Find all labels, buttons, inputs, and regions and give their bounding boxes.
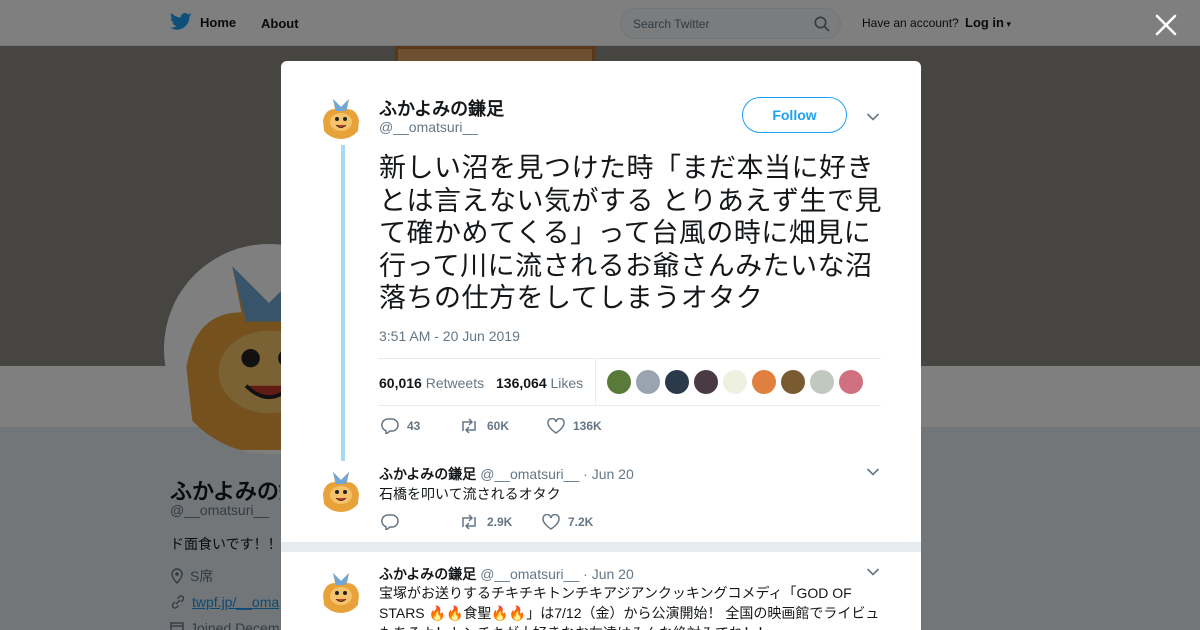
retweet-icon [462,514,476,530]
liker-avatar[interactable] [781,370,805,394]
reply-header[interactable]: ふかよみの鎌足 @__omatsuri__ · Jun 20 [379,464,634,484]
reply-text: 石橋を叩いて流されるオタク [379,486,561,502]
mascot-avatar-icon [319,95,363,139]
mascot-avatar-icon [319,468,363,512]
retweet-action[interactable]: 60K [459,418,547,434]
tweet-author-handle[interactable]: @__omatsuri__ [379,119,478,135]
reply-icon [381,418,399,434]
reply-author-handle: @__omatsuri__ [480,566,580,582]
reply-date[interactable]: Jun 20 [592,466,634,482]
reply-separator [281,542,921,552]
reply-author-name: ふかよみの鎌足 [379,566,477,582]
like-count: 136K [573,419,602,433]
like-action[interactable]: 7.2K [542,514,593,530]
like-count: 7.2K [568,515,594,529]
reply-action[interactable] [381,514,459,530]
reply-author-name: ふかよみの鎌足 [379,466,477,482]
reply-author-avatar[interactable] [319,468,363,512]
liker-avatar[interactable] [839,370,863,394]
liker-avatars [607,370,863,394]
reply-action[interactable]: 43 [381,418,459,434]
liker-avatar[interactable] [723,370,747,394]
liker-avatar[interactable] [810,370,834,394]
likes-label: Likes [550,375,584,391]
likes-count: 136,064 [496,375,547,391]
stats-divider [595,359,596,405]
tweet-text: 新しい沼を見つけた時「まだ本当に好きとは言えない気がする とりあえず生で見て確か… [379,153,883,313]
reply-text: 宝塚がお送りするチキチキトンチキアジアンクッキングコメディ「GOD OF STA… [379,585,880,630]
heart-icon [547,418,565,434]
retweets-stat[interactable]: 60,016 Retweets [379,375,484,391]
reply-header[interactable]: ふかよみの鎌足 @__omatsuri__ · Jun 20 [379,564,634,584]
follow-button[interactable]: Follow [742,97,847,133]
liker-avatar[interactable] [694,370,718,394]
reply-date[interactable]: Jun 20 [592,566,634,582]
liker-avatar[interactable] [665,370,689,394]
retweet-count: 2.9K [487,515,513,529]
retweet-icon [462,418,476,434]
tweet-author-avatar[interactable] [319,95,363,139]
chevron-down-icon[interactable] [866,112,880,122]
chevron-down-icon[interactable] [866,467,880,477]
heart-icon [542,514,560,530]
retweets-label: Retweets [425,375,485,391]
liker-avatar[interactable] [607,370,631,394]
reply-actions: 2.9K 7.2K [381,514,593,530]
tweet-timestamp[interactable]: 3:51 AM - 20 Jun 2019 [379,328,520,344]
thread-connector-line [341,145,345,461]
liker-avatar[interactable] [636,370,660,394]
reply-count: 43 [407,419,421,433]
retweets-count: 60,016 [379,375,422,391]
like-action[interactable]: 136K [547,418,602,434]
tweet-author-name[interactable]: ふかよみの鎌足 [379,95,504,121]
reply-author-avatar[interactable] [319,569,363,613]
chevron-down-icon[interactable] [866,567,880,577]
tweet-actions: 43 60K 136K [381,418,602,434]
reply-icon [381,514,399,530]
close-icon[interactable] [1153,12,1179,38]
tweet-stats: 60,016 Retweets 136,064 Likes [378,358,881,406]
likes-stat[interactable]: 136,064 Likes [496,375,583,391]
reply-author-handle: @__omatsuri__ [480,466,580,482]
retweet-count: 60K [487,419,510,433]
retweet-action[interactable]: 2.9K [459,514,542,530]
liker-avatar[interactable] [752,370,776,394]
mascot-avatar-icon [319,569,363,613]
tweet-permalink-modal: ふかよみの鎌足 @__omatsuri__ Follow 新しい沼を見つけた時「… [281,61,921,630]
